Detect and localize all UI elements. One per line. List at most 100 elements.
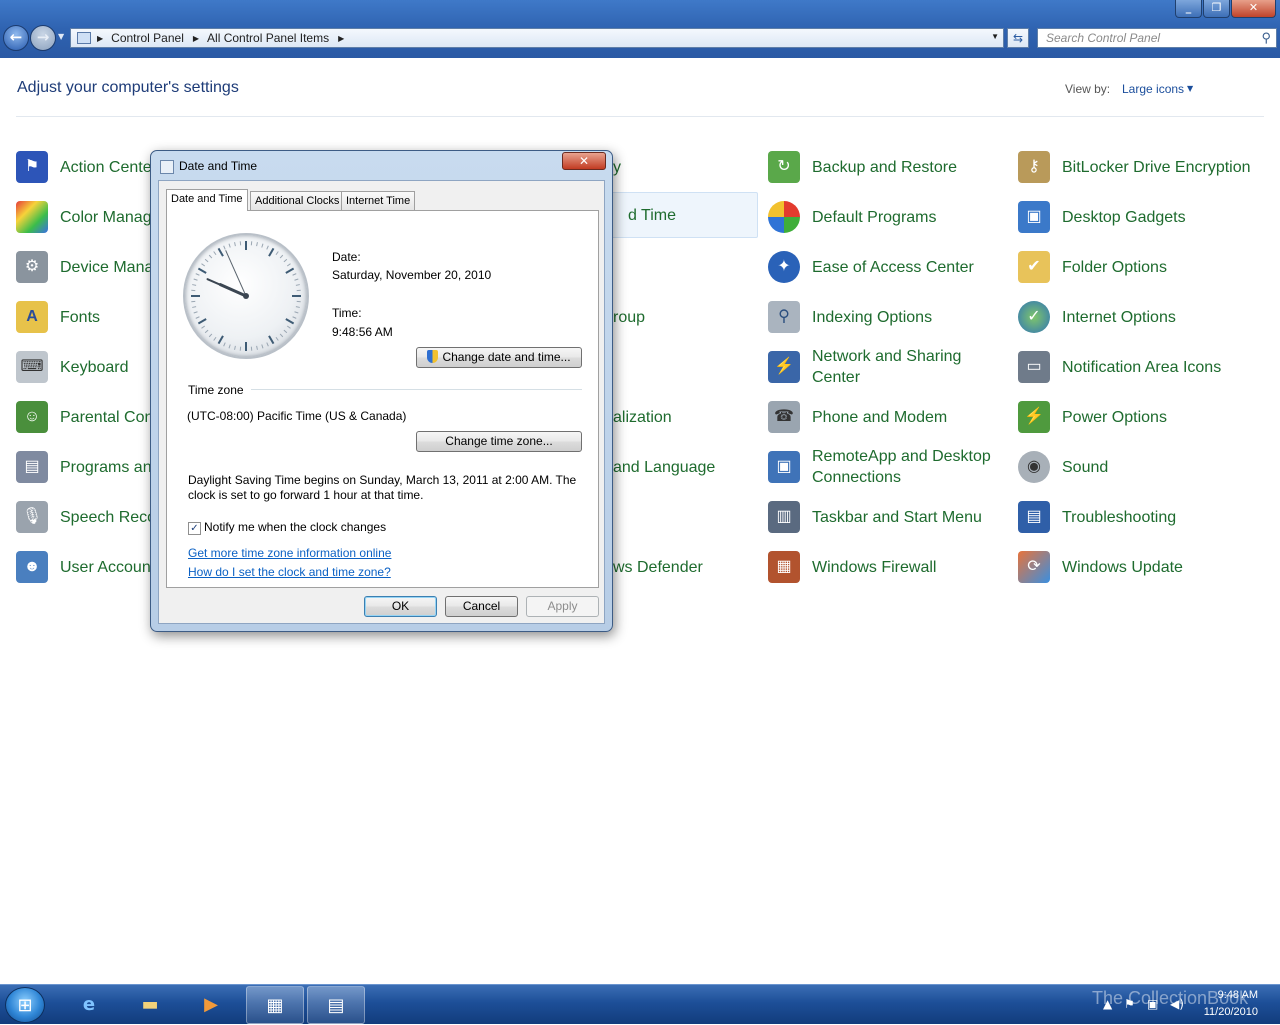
remoteapp-icon: ▣	[768, 451, 800, 483]
search-icon[interactable]: ⚲	[1261, 30, 1271, 46]
breadcrumb-control-panel[interactable]: Control Panel	[111, 31, 184, 45]
notify-checkbox[interactable]: ✓	[188, 522, 201, 535]
notify-label[interactable]: Notify me when the clock changes	[204, 520, 386, 534]
minute-tick	[194, 312, 198, 313]
change-time-zone-button[interactable]: Change time zone...	[416, 431, 582, 452]
tab-internet-time[interactable]: Internet Time	[341, 191, 415, 210]
cp-item-homegroup[interactable]: roup	[613, 294, 645, 340]
view-by-dropdown[interactable]: Large icons	[1122, 82, 1184, 96]
cp-item-user-accounts[interactable]: ☻ User Accoun	[16, 544, 151, 590]
action-center-flag-icon[interactable]: ⚑	[1124, 997, 1135, 1011]
cp-item-label: Keyboard	[60, 357, 129, 378]
start-button[interactable]: ⊞	[5, 987, 45, 1023]
cp-item-default-programs[interactable]: Default Programs	[768, 194, 937, 240]
chevron-down-icon[interactable]: ▼	[1187, 84, 1193, 93]
cp-item-troubleshooting[interactable]: ▤ Troubleshooting	[1018, 494, 1176, 540]
cp-item-label: Speech Reco	[60, 507, 156, 528]
cp-item-color-management[interactable]: Color Manag	[16, 194, 152, 240]
show-hidden-icons-icon[interactable]: ▲	[1103, 997, 1112, 1011]
cp-item-speech-recognition[interactable]: 🎙 Speech Reco	[16, 494, 156, 540]
address-bar[interactable]: ▶ Control Panel ▶ All Control Panel Item…	[70, 28, 1004, 48]
hour-tick	[269, 248, 274, 256]
cp-item-action-center[interactable]: ⚑ Action Cente	[16, 144, 152, 190]
cp-item-notification-icons[interactable]: ▭ Notification Area Icons	[1018, 344, 1221, 390]
cp-item-fonts[interactable]: A Fonts	[16, 294, 100, 340]
cp-item-ease-of-access[interactable]: ✦ Ease of Access Center	[768, 244, 974, 290]
cp-item-device-manager[interactable]: ⚙ Device Mana	[16, 244, 153, 290]
cp-item-sound[interactable]: ◉ Sound	[1018, 444, 1108, 490]
dialog-close-button[interactable]: ✕	[562, 152, 606, 170]
page-title: Adjust your computer's settings	[17, 79, 239, 97]
minute-tick	[205, 330, 208, 333]
notification-area-icon: ▭	[1018, 351, 1050, 383]
cp-item-backup-restore[interactable]: ↻ Backup and Restore	[768, 144, 957, 190]
taskbar-date-time[interactable]: ▤	[307, 986, 365, 1024]
cp-item-label: BitLocker Drive Encryption	[1062, 157, 1251, 178]
minimize-button[interactable]: _	[1175, 0, 1202, 18]
cancel-button[interactable]: Cancel	[445, 596, 518, 617]
device-manager-icon: ⚙	[16, 251, 48, 283]
change-date-time-button[interactable]: Change date and time...	[416, 347, 582, 368]
keyboard-icon: ⌨	[16, 351, 48, 383]
clock-date[interactable]: 11/20/2010	[1204, 1006, 1258, 1018]
timezone-info-link[interactable]: Get more time zone information online	[188, 546, 391, 560]
recent-pages-dropdown[interactable]: ▼	[58, 32, 64, 41]
minute-tick	[295, 279, 299, 280]
media-player-icon: ▶	[204, 994, 218, 1015]
cp-item-region-language[interactable]: and Language	[613, 444, 715, 490]
taskbar-internet-explorer[interactable]: e	[60, 986, 118, 1024]
cp-item-parental-controls[interactable]: ☺ Parental Con	[16, 394, 153, 440]
taskbar: ⊞ e ▬ ▶ ▦ ▤ The CollectionBook ▲ ⚑ ▣ ◀) …	[0, 984, 1280, 1024]
cp-item-label: Folder Options	[1062, 257, 1167, 278]
dialog-title: Date and Time	[179, 159, 257, 173]
clock-time[interactable]: 9:48 AM	[1218, 989, 1258, 1001]
cp-item-network-sharing[interactable]: ⚡ Network and Sharing Center	[768, 344, 972, 390]
cp-item-keyboard[interactable]: ⌨ Keyboard	[16, 344, 129, 390]
cp-item-personalization[interactable]: alization	[613, 394, 672, 440]
cp-item-programs[interactable]: ▤ Programs an	[16, 444, 152, 490]
chevron-right-icon[interactable]: ▶	[338, 34, 344, 43]
close-window-button[interactable]: ✕	[1231, 0, 1276, 18]
cp-item-label: RemoteApp and Desktop Connections	[812, 446, 992, 488]
calendar-clock-icon: ▤	[327, 995, 344, 1016]
cp-item-internet-options[interactable]: ✓ Internet Options	[1018, 294, 1176, 340]
restore-button[interactable]: ❐	[1203, 0, 1230, 18]
backup-icon: ↻	[768, 151, 800, 183]
breadcrumb-all-items[interactable]: All Control Panel Items	[207, 31, 329, 45]
apply-button[interactable]: Apply	[526, 596, 599, 617]
taskbar-media-player[interactable]: ▶	[182, 986, 240, 1024]
cp-item-windows-defender[interactable]: ws Defender	[613, 544, 703, 590]
cp-item-partial-1[interactable]: y	[613, 144, 621, 190]
taskbar-control-panel[interactable]: ▦	[246, 986, 304, 1024]
tab-additional-clocks[interactable]: Additional Clocks	[250, 191, 344, 210]
forward-button[interactable]: →	[30, 25, 56, 51]
cp-item-remoteapp[interactable]: ▣ RemoteApp and Desktop Connections	[768, 444, 992, 490]
refresh-button[interactable]: ⇆	[1007, 28, 1029, 48]
taskbar-explorer[interactable]: ▬	[121, 986, 179, 1024]
cp-item-taskbar-start[interactable]: ▥ Taskbar and Start Menu	[768, 494, 982, 540]
network-icon[interactable]: ▣	[1147, 997, 1158, 1011]
volume-icon[interactable]: ◀)	[1170, 997, 1184, 1011]
cp-item-bitlocker[interactable]: ⚷ BitLocker Drive Encryption	[1018, 144, 1251, 190]
cp-item-windows-update[interactable]: ⟳ Windows Update	[1018, 544, 1183, 590]
cp-item-desktop-gadgets[interactable]: ▣ Desktop Gadgets	[1018, 194, 1186, 240]
help-clock-link[interactable]: How do I set the clock and time zone?	[188, 565, 391, 579]
search-input[interactable]: Search Control Panel ⚲	[1037, 28, 1277, 48]
cp-item-phone-modem[interactable]: ☎ Phone and Modem	[768, 394, 947, 440]
dialog-body: Date and Time Additional Clocks Internet…	[158, 180, 605, 624]
cp-item-windows-firewall[interactable]: ▦ Windows Firewall	[768, 544, 936, 590]
cp-item-label: Phone and Modem	[812, 407, 947, 428]
back-button[interactable]: ←	[3, 25, 29, 51]
taskbar-icon: ▥	[768, 501, 800, 533]
cp-item-folder-options[interactable]: ✔ Folder Options	[1018, 244, 1167, 290]
address-dropdown-icon[interactable]: ▼	[991, 32, 999, 41]
minute-tick	[214, 252, 216, 255]
chevron-right-icon[interactable]: ▶	[193, 34, 199, 43]
chevron-right-icon[interactable]: ▶	[97, 34, 103, 43]
ok-button[interactable]: OK	[364, 596, 437, 617]
cp-item-label: Windows Firewall	[812, 557, 936, 578]
cp-item-indexing-options[interactable]: ⚲ Indexing Options	[768, 294, 932, 340]
cp-item-label: Fonts	[60, 307, 100, 328]
cp-item-power-options[interactable]: ⚡ Power Options	[1018, 394, 1167, 440]
tab-date-and-time[interactable]: Date and Time	[166, 189, 248, 211]
